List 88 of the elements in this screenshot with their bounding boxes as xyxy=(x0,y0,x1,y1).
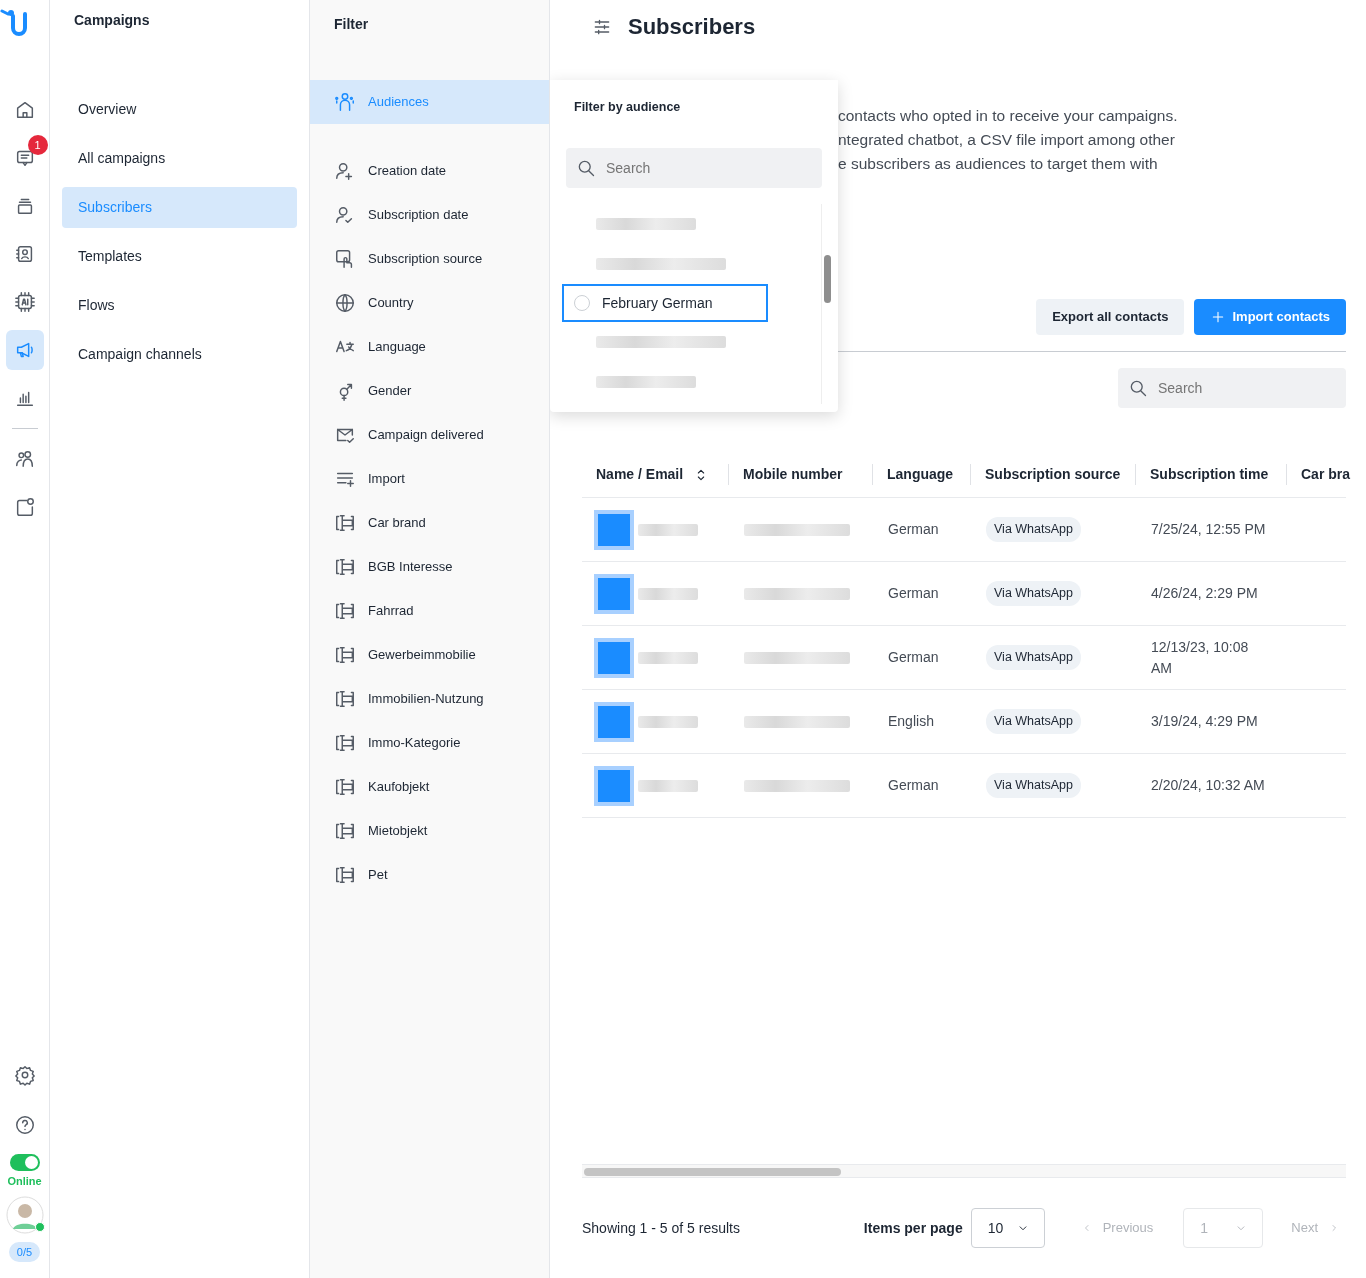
filter-option[interactable]: Immobilien-Nutzung xyxy=(310,677,549,721)
nav-link[interactable]: Flows xyxy=(62,285,297,326)
nav-link[interactable]: Templates xyxy=(62,236,297,277)
description-text: e subscribers as audiences to target them with xyxy=(838,154,1159,174)
nav-link[interactable]: All campaigns xyxy=(62,138,297,179)
status-label: Online xyxy=(7,1174,42,1189)
filter-option[interactable]: Gender xyxy=(310,369,549,413)
audience-option[interactable]: February German xyxy=(562,284,768,322)
column-header[interactable]: Subscription source xyxy=(970,464,1135,485)
status-toggle[interactable] xyxy=(9,1154,40,1171)
blurred-text xyxy=(638,587,698,600)
scrollbar-thumb[interactable] xyxy=(824,255,831,303)
filter-option[interactable]: Language xyxy=(310,325,549,369)
table-cell: English xyxy=(888,713,934,729)
nav-link[interactable]: Overview xyxy=(62,89,297,130)
notification-badge: 1 xyxy=(27,135,48,155)
blurred-text xyxy=(638,779,698,792)
search-icon xyxy=(1128,378,1148,398)
filter-option[interactable]: Immo-Kategorie xyxy=(310,721,549,765)
filter-option[interactable]: Mietobjekt xyxy=(310,809,549,853)
text-field-icon xyxy=(334,732,356,754)
source-tag: Via WhatsApp xyxy=(986,645,1081,670)
help-icon[interactable] xyxy=(13,1114,36,1136)
filter-option[interactable]: Country xyxy=(310,281,549,325)
table-cell: 3/19/24, 4:29 PM xyxy=(1151,713,1258,729)
megaphone-nav-button[interactable] xyxy=(5,330,44,370)
table-cell: 12/13/23, 10:08 AM xyxy=(1151,638,1249,676)
section-title: Campaigns xyxy=(73,11,151,30)
source-tag: Via WhatsApp xyxy=(986,709,1081,734)
items-per-page-select[interactable]: 10 xyxy=(970,1208,1045,1248)
filter-option[interactable]: Campaign delivered xyxy=(310,413,549,457)
people-icon xyxy=(334,91,356,113)
settings-icon[interactable] xyxy=(13,1064,36,1086)
blurred-text xyxy=(638,651,698,664)
filter-sliders-icon[interactable] xyxy=(592,17,612,37)
source-tag: Via WhatsApp xyxy=(986,773,1081,798)
search-icon xyxy=(576,158,596,178)
filter-option[interactable]: Creation date xyxy=(310,149,549,193)
text-field-icon xyxy=(334,688,356,710)
text-field-icon xyxy=(334,644,356,666)
filter-option[interactable]: Car brand xyxy=(310,501,549,545)
filter-option[interactable]: BGB Interesse xyxy=(310,545,549,589)
table-cell: German xyxy=(888,777,939,793)
description-text: contacts who opted in to receive your campaigns. xyxy=(838,106,1179,126)
panel-title: Filter xyxy=(333,15,370,34)
filter-option[interactable]: Kaufobjekt xyxy=(310,765,549,809)
filter-option[interactable]: Subscription source xyxy=(310,237,549,281)
source-tag: Via WhatsApp xyxy=(986,581,1081,606)
filter-option[interactable]: Fahrrad xyxy=(310,589,549,633)
column-header[interactable]: Mobile number xyxy=(728,464,872,485)
filter-option[interactable]: Subscription date xyxy=(310,193,549,237)
column-header[interactable]: Name / Email xyxy=(582,464,728,485)
table-cell: 4/26/24, 2:29 PM xyxy=(1151,585,1258,601)
table-cell: German xyxy=(888,585,939,601)
table-cell: 7/25/24, 12:55 PM xyxy=(1151,521,1266,537)
text-field-icon xyxy=(334,600,356,622)
export-button[interactable]: Export all contacts xyxy=(1036,299,1185,335)
dropdown-title: Filter by audience xyxy=(573,99,682,116)
table-cell: German xyxy=(888,649,939,665)
presence-dot xyxy=(34,1221,45,1232)
filter-option[interactable]: Gewerbeimmobilie xyxy=(310,633,549,677)
column-header[interactable]: Car bra xyxy=(1286,464,1366,485)
text-field-icon xyxy=(334,512,356,534)
text-field-icon xyxy=(334,776,356,798)
table-cell: German xyxy=(888,521,939,537)
filter-option[interactable]: Pet xyxy=(310,853,549,897)
items-per-page-label: Items per page xyxy=(863,1218,963,1238)
source-tag: Via WhatsApp xyxy=(986,517,1081,542)
text-field-icon xyxy=(334,820,356,842)
filter-option[interactable]: Import xyxy=(310,457,549,501)
column-header[interactable]: Subscription time xyxy=(1135,464,1286,485)
people-icon xyxy=(13,448,36,470)
search-field[interactable]: Search xyxy=(1118,368,1346,408)
search-field[interactable]: Search xyxy=(566,148,822,188)
page-title: Subscribers xyxy=(628,13,756,41)
column-header[interactable]: Language xyxy=(872,464,970,485)
blurred-text xyxy=(638,523,698,536)
nav-link[interactable]: Campaign channels xyxy=(62,334,297,375)
table-cell: 2/20/24, 10:32 AM xyxy=(1151,777,1265,793)
counter-badge: 0/5 xyxy=(8,1241,41,1262)
results-count: Showing 1 - 5 of 5 results xyxy=(582,1218,740,1238)
text-field-icon xyxy=(334,864,356,886)
globe-icon xyxy=(334,292,356,314)
ai-chip-icon xyxy=(13,291,36,313)
description-text: ntegrated chatbot, a CSV file import among other xyxy=(838,130,1176,150)
blurred-text xyxy=(638,715,698,728)
horizontal-scrollbar[interactable] xyxy=(582,1164,1346,1178)
text-field-icon xyxy=(334,556,356,578)
